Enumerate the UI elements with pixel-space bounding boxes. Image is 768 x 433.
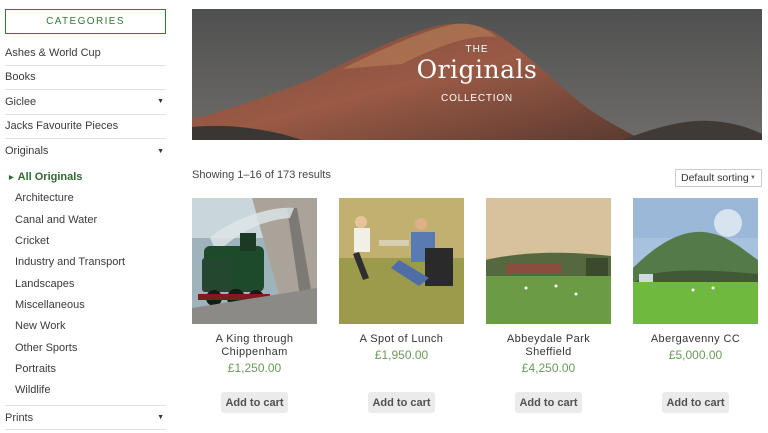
product-title[interactable]: Abbeydale Park Sheffield bbox=[486, 333, 611, 359]
originals-subcategory-list: ▶ All Originals Architecture Canal and W… bbox=[5, 164, 166, 406]
subcategory-miscellaneous[interactable]: Miscellaneous bbox=[5, 294, 166, 315]
subcategory-canal-and-water[interactable]: Canal and Water bbox=[5, 209, 166, 230]
collection-banner: THE Originals COLLECTION bbox=[192, 9, 762, 140]
category-label: Prints bbox=[5, 411, 34, 424]
sorting-select-value: Default sorting bbox=[681, 172, 749, 184]
category-label: Ashes & World Cup bbox=[5, 46, 101, 59]
product-image[interactable] bbox=[486, 198, 611, 324]
subcategory-architecture[interactable]: Architecture bbox=[5, 188, 166, 209]
product-card: Abbeydale Park Sheffield £4,250.00 Add t… bbox=[486, 198, 611, 413]
sorting-select[interactable]: Default sorting ▼ bbox=[675, 169, 762, 187]
product-image[interactable] bbox=[633, 198, 758, 324]
category-ashes-world-cup[interactable]: Ashes & World Cup bbox=[5, 41, 166, 66]
subcategory-landscapes[interactable]: Landscapes bbox=[5, 273, 166, 294]
subcategory-all-originals[interactable]: ▶ All Originals bbox=[5, 167, 166, 188]
product-price: £1,250.00 bbox=[227, 361, 282, 375]
categories-header: CATEGORIES bbox=[5, 9, 166, 34]
category-books[interactable]: Books bbox=[5, 66, 166, 90]
product-title[interactable]: Abergavenny CC bbox=[633, 333, 758, 346]
caret-down-icon[interactable]: ▼ bbox=[157, 98, 164, 105]
category-prints[interactable]: Prints ▼ bbox=[5, 406, 166, 431]
subcategory-other-sports[interactable]: Other Sports bbox=[5, 337, 166, 358]
category-label: Originals bbox=[5, 145, 49, 158]
product-image[interactable] bbox=[192, 198, 317, 324]
product-card: Abergavenny CC £5,000.00 Add to cart bbox=[633, 198, 758, 413]
product-price: £1,950.00 bbox=[374, 348, 429, 362]
subcategory-wildlife[interactable]: Wildlife bbox=[5, 379, 166, 400]
banner-title: Originals bbox=[416, 55, 538, 84]
add-to-cart-button[interactable]: Add to cart bbox=[662, 392, 729, 413]
category-label: Jacks Favourite Pieces bbox=[5, 120, 119, 133]
product-title[interactable]: A King through Chippenham bbox=[192, 333, 317, 359]
caret-down-icon[interactable]: ▼ bbox=[157, 148, 164, 155]
caret-down-icon[interactable]: ▼ bbox=[157, 414, 164, 421]
subcategory-industry-and-transport[interactable]: Industry and Transport bbox=[5, 252, 166, 273]
caret-right-icon: ▶ bbox=[9, 174, 14, 181]
product-price: £5,000.00 bbox=[668, 348, 723, 362]
product-image[interactable] bbox=[339, 198, 464, 324]
category-label: Giclee bbox=[5, 95, 37, 108]
banner-heading: THE Originals COLLECTION bbox=[192, 9, 762, 140]
category-label: Books bbox=[5, 71, 36, 84]
product-card: A Spot of Lunch £1,950.00 Add to cart bbox=[339, 198, 464, 413]
add-to-cart-button[interactable]: Add to cart bbox=[221, 392, 288, 413]
banner-kicker: THE bbox=[465, 44, 489, 55]
result-count: Showing 1–16 of 173 results bbox=[192, 169, 331, 181]
subcategory-new-work[interactable]: New Work bbox=[5, 316, 166, 337]
chevron-down-icon: ▼ bbox=[750, 175, 756, 181]
add-to-cart-button[interactable]: Add to cart bbox=[515, 392, 582, 413]
categories-sidebar: CATEGORIES Ashes & World Cup Books Gicle… bbox=[5, 9, 166, 431]
add-to-cart-button[interactable]: Add to cart bbox=[368, 392, 435, 413]
category-originals[interactable]: Originals ▼ bbox=[5, 139, 166, 164]
category-jacks-favourite-pieces[interactable]: Jacks Favourite Pieces bbox=[5, 115, 166, 139]
product-price: £4,250.00 bbox=[521, 361, 576, 375]
product-card: A King through Chippenham £1,250.00 Add … bbox=[192, 198, 317, 413]
subcategory-cricket[interactable]: Cricket bbox=[5, 230, 166, 251]
subcategory-label: All Originals bbox=[17, 171, 83, 184]
banner-subtitle: COLLECTION bbox=[441, 93, 513, 104]
subcategory-portraits[interactable]: Portraits bbox=[5, 358, 166, 379]
product-title[interactable]: A Spot of Lunch bbox=[339, 333, 464, 346]
category-giclee[interactable]: Giclee ▼ bbox=[5, 90, 166, 115]
